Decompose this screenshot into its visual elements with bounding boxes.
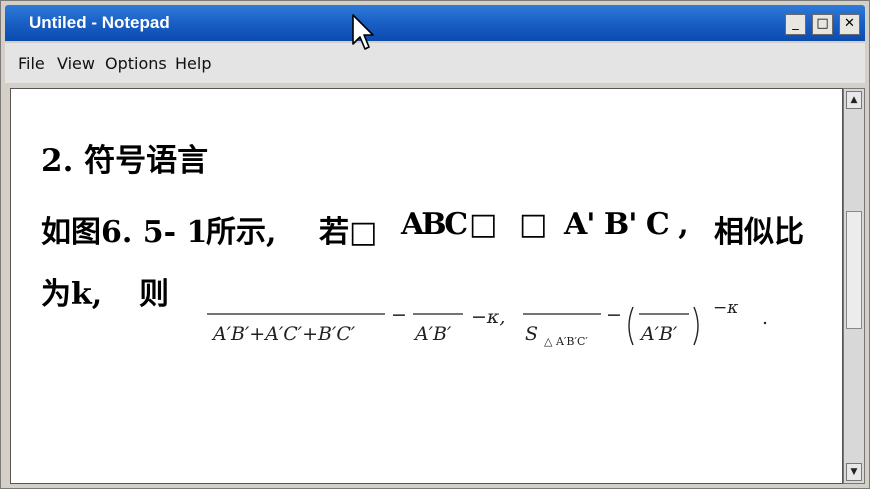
minimize-button[interactable]: _ xyxy=(785,14,806,35)
close-button[interactable]: ✕ xyxy=(839,14,860,35)
formula-operator: − xyxy=(606,304,622,326)
text-segment: □ xyxy=(469,207,498,242)
text-segment: ABC xyxy=(401,207,468,242)
text-segment: 若□ xyxy=(319,215,378,250)
menu-bar: File View Options Help xyxy=(5,43,865,83)
text-area[interactable]: 2. 符号语言 如图6. 5- 1 所示, 若□ ABC □ □ A' B' C… xyxy=(10,88,843,484)
formula-period: . xyxy=(762,307,768,329)
menu-help[interactable]: Help xyxy=(175,54,211,73)
window-title: Untiled - Notepad xyxy=(29,13,170,32)
formula-denominator-side: A′B′ xyxy=(639,323,678,345)
menu-options[interactable]: Options xyxy=(105,54,167,73)
formula-denominator-perimeter: A′B′+A′C′+B′C′ xyxy=(211,323,356,345)
title-bar[interactable]: Untiled - Notepad _ □ ✕ xyxy=(5,5,865,41)
scroll-up-button[interactable]: ▲ xyxy=(846,91,862,109)
vertical-scrollbar[interactable]: ▲ ▼ xyxy=(843,88,865,484)
formula-ratio-k: −κ, xyxy=(471,306,505,328)
scroll-down-button[interactable]: ▼ xyxy=(846,463,862,481)
formula-operator: − xyxy=(391,304,407,326)
text-segment: □ xyxy=(519,207,548,242)
menu-view[interactable]: View xyxy=(57,54,95,73)
mouse-cursor-icon xyxy=(352,14,374,50)
similarity-formula: A′B′+A′C′+B′C′ − A′B′ −κ, S △ A′B′C′ − A… xyxy=(207,299,768,348)
text-segment: 相似比 xyxy=(714,215,804,250)
text-segment: A' B' C , xyxy=(564,207,689,242)
text-segment: 所示, xyxy=(206,215,277,250)
text-segment: 如图6. 5- 1 xyxy=(41,215,208,250)
formula-area-subscript: △ A′B′C′ xyxy=(544,335,588,348)
text-segment: 则 xyxy=(139,277,169,312)
text-segment: 为k, xyxy=(41,277,103,312)
section-heading: 2. 符号语言 xyxy=(41,143,209,179)
menu-file[interactable]: File xyxy=(18,54,45,73)
maximize-button[interactable]: □ xyxy=(812,14,833,35)
formula-power-k: −κ xyxy=(713,299,738,318)
formula-denominator-side: A′B′ xyxy=(413,323,452,345)
formula-area-symbol: S xyxy=(525,323,538,345)
notepad-window: Untiled - Notepad _ □ ✕ File View Option… xyxy=(0,0,870,489)
scroll-thumb[interactable] xyxy=(846,211,862,329)
